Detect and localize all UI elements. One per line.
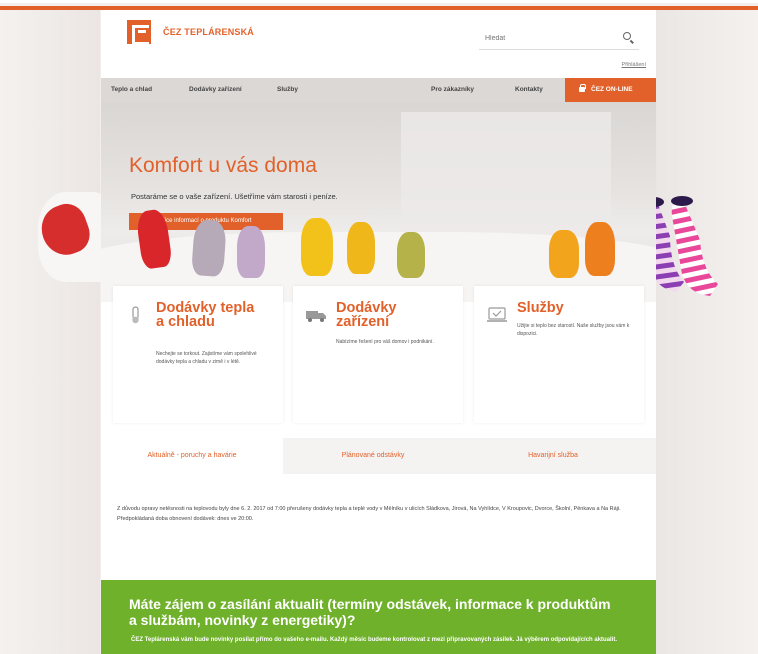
truck-icon [306,311,326,322]
nav-item-heat-cooling[interactable]: Teplo a chlad [111,86,152,93]
tab-planned-shutdowns[interactable]: Plánované odstávky [283,438,463,474]
hero-title: Komfort u vás doma [129,154,317,177]
background-right [643,10,758,654]
cez-online-label: ČEZ ON-LINE [591,86,633,93]
nav-item-services[interactable]: Služby [277,86,298,93]
card-title: Dodávky zařízení [336,300,397,330]
login-link[interactable]: Přihlášení [622,62,646,68]
hero-subtitle: Postaráme se o vaše zařízení. Ušetříme v… [131,192,338,201]
card-text: Užijte si teplo bez starostí. Naše služb… [517,323,630,337]
outage-notice: Z důvodu opravy netěsnosti na teplovodu … [117,506,621,522]
cez-online-button[interactable]: ČEZ ON-LINE [565,78,656,102]
card-services[interactable]: Služby Užijte si teplo bez starostí. Naš… [474,286,644,423]
lock-icon [579,84,586,92]
site-header: ČEZ TEPLÁRENSKÁ Přihlášení [101,10,656,78]
info-tabs: Aktuálně - poruchy a havárie Plánované o… [101,438,656,478]
page-container: ČEZ TEPLÁRENSKÁ Přihlášení Teplo a chlad… [101,10,656,654]
top-white-band [0,0,758,3]
search-bar [479,28,639,50]
newsletter-text: ČEZ Teplárenská vám bude novinky posílat… [131,637,618,643]
hero-banner: Komfort u vás doma Postaráme se o vaše z… [101,102,656,302]
hero-yellow-sock-2 [347,222,375,274]
hero-grey-sock [191,218,227,278]
tab-emergency-service[interactable]: Havarijní služba [463,438,643,474]
hero-orange-sock [549,230,579,278]
tab-outages[interactable]: Aktuálně - poruchy a havárie [101,438,283,474]
hero-window [401,112,611,242]
search-icon[interactable] [623,32,631,40]
card-heat-cooling[interactable]: Dodávky tepla a chladu Nechejte se torko… [113,286,283,423]
nav-item-contacts[interactable]: Kontakty [515,86,543,93]
card-text: Nabízíme řešení pro váš domov i podnikán… [336,339,434,345]
search-input[interactable] [485,31,605,45]
main-nav: Teplo a chlad Dodávky zařízení Služby Pr… [101,78,656,102]
brand-name[interactable]: ČEZ TEPLÁRENSKÁ [163,27,254,37]
nav-item-equipment[interactable]: Dodávky zařízení [189,86,242,93]
card-title: Služby [517,300,564,316]
hero-purple-sock [237,226,265,278]
card-equipment[interactable]: Dodávky zařízení Nabízíme řešení pro váš… [293,286,463,423]
service-icon [487,307,507,322]
cez-logo-icon[interactable] [127,20,151,45]
card-text: Nechejte se torkout. Zajistíme vám spole… [156,351,257,365]
thermometer-icon [132,306,139,324]
hero-olive-sock [397,232,425,278]
newsletter-title: Máte zájem o zasílání aktualit (termíny … [129,596,611,628]
hero-yellow-sock-1 [301,218,333,276]
hero-orange-sock-2 [585,222,615,276]
card-title: Dodávky tepla a chladu [156,300,255,330]
nav-item-customers[interactable]: Pro zákazníky [431,86,474,93]
tab-panel: Z důvodu opravy netěsnosti na teplovodu … [101,474,656,580]
background-left [0,10,100,654]
newsletter-banner: Máte zájem o zasílání aktualit (termíny … [101,580,656,654]
